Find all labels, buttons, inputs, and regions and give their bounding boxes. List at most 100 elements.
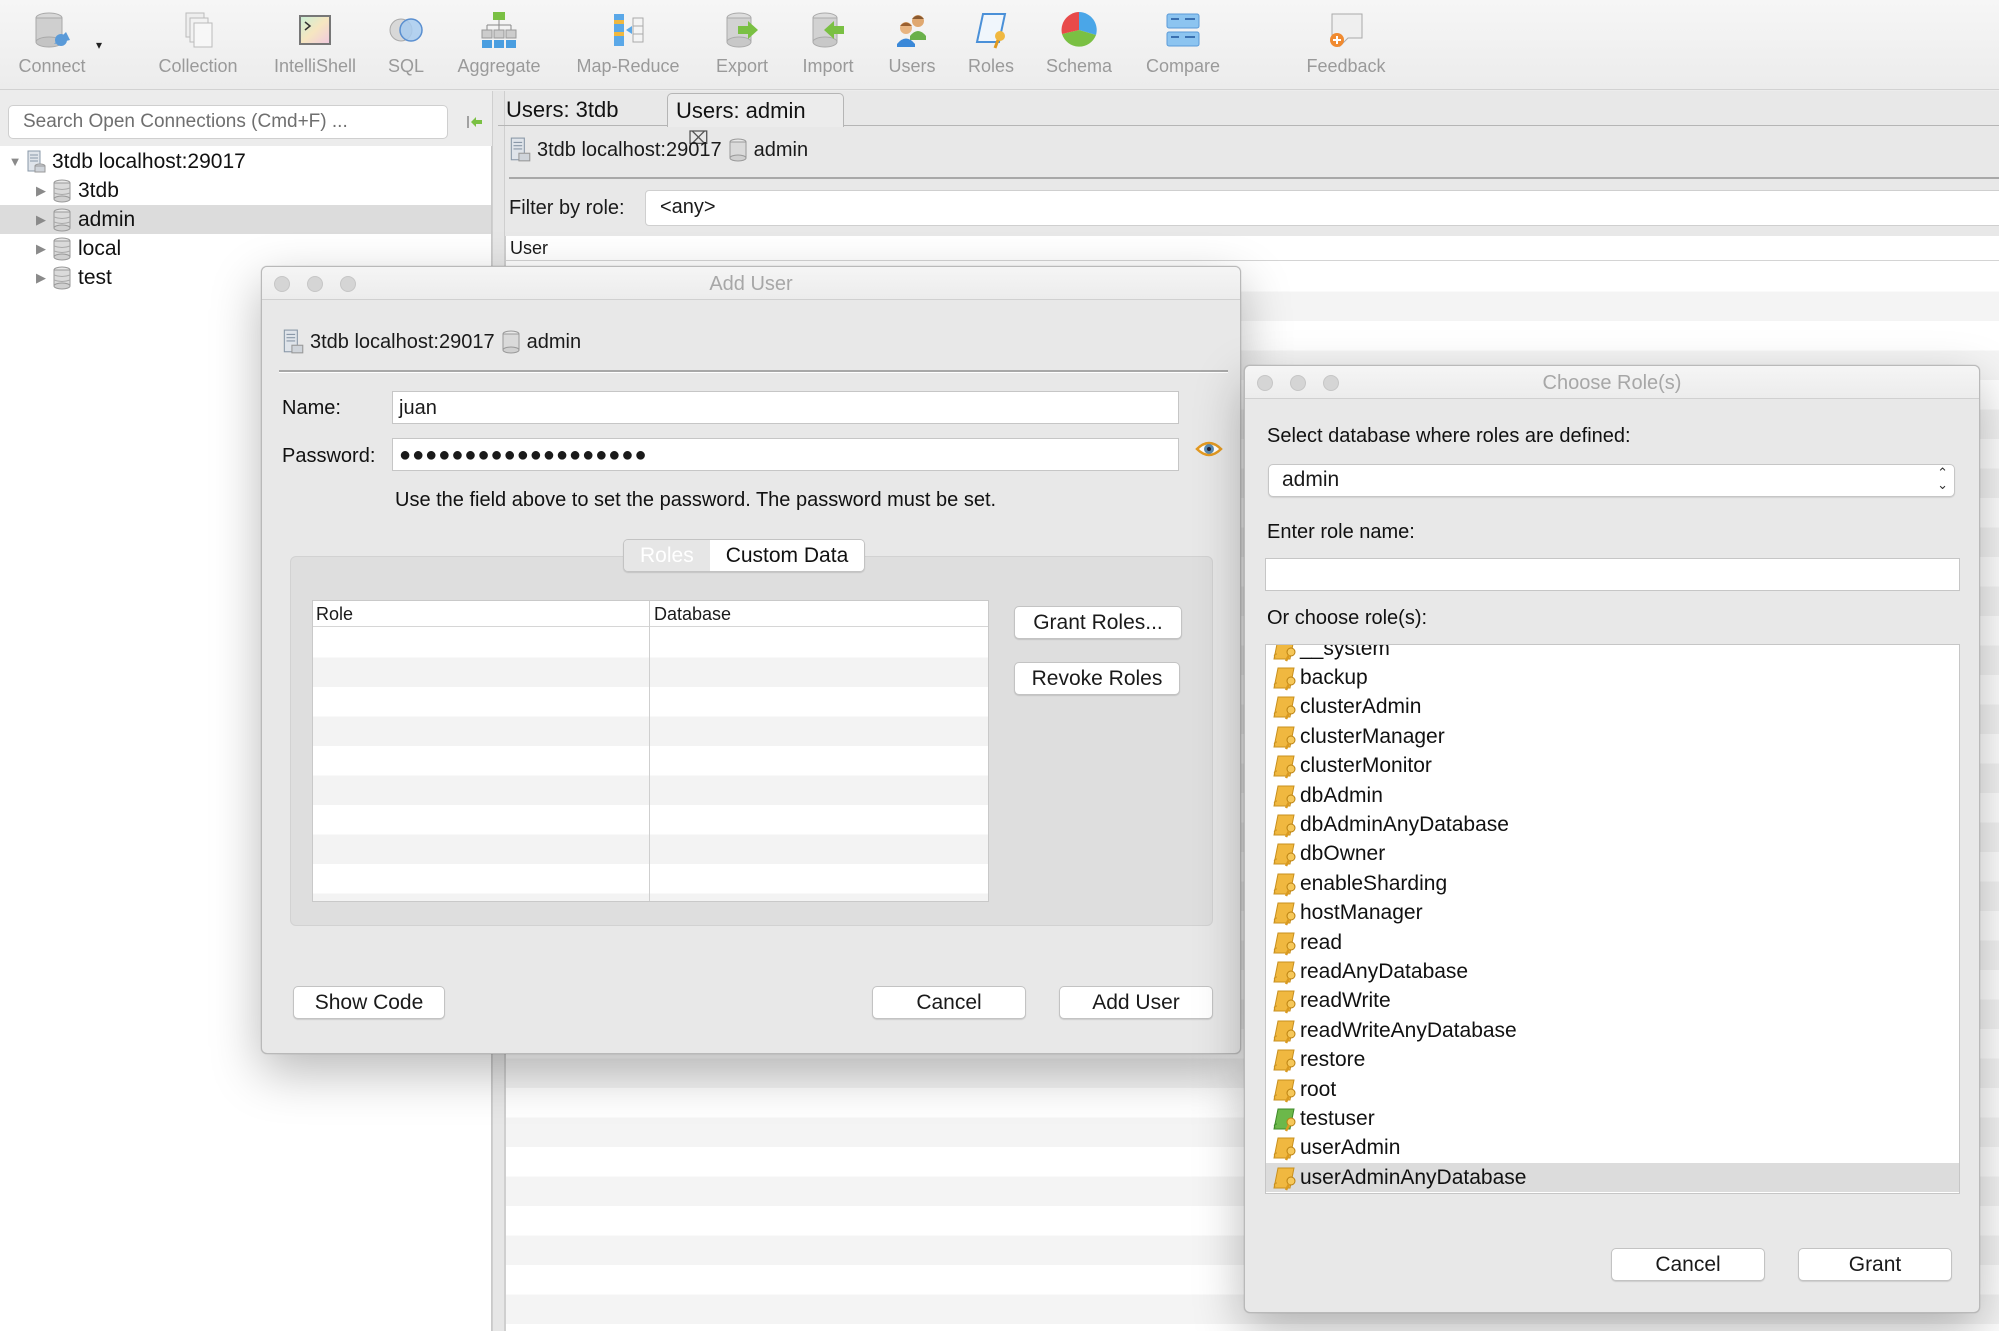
tab-users-3tdb[interactable]: Users: 3tdb bbox=[498, 93, 667, 126]
roles-table-rows bbox=[313, 628, 988, 901]
add-user-button[interactable]: Add User bbox=[1059, 986, 1213, 1019]
role-list-item[interactable]: restore bbox=[1266, 1045, 1959, 1074]
toolbar-label: Roles bbox=[967, 56, 1015, 76]
database-select[interactable]: admin ⌃ ⌄ bbox=[1268, 464, 1955, 497]
roles-icon bbox=[969, 8, 1013, 52]
toolbar-roles-button[interactable]: Roles bbox=[941, 8, 1041, 77]
toolbar-export-button[interactable]: Export bbox=[692, 8, 792, 77]
role-list-item[interactable]: dbAdminAnyDatabase bbox=[1266, 810, 1959, 839]
tree-db-3tdb[interactable]: ▶ 3tdb bbox=[0, 176, 491, 205]
toolbar-label: Compare bbox=[1145, 56, 1221, 76]
password-input[interactable]: ●●●●●●●●●●●●●●●●●●● bbox=[392, 438, 1179, 471]
export-icon bbox=[720, 8, 764, 52]
toolbar-collection-button[interactable]: Collection bbox=[148, 8, 248, 77]
add-user-dialog: Add User 3tdb localhost:29017 admin Name… bbox=[261, 266, 1241, 1054]
role-list-item[interactable]: readWrite bbox=[1266, 987, 1959, 1016]
column-header-database[interactable]: Database bbox=[654, 604, 731, 625]
role-list-item[interactable]: enableSharding bbox=[1266, 869, 1959, 898]
role-list-item[interactable]: clusterMonitor bbox=[1266, 752, 1959, 781]
breadcrumb: 3tdb localhost:29017 admin bbox=[282, 329, 581, 355]
dialog-titlebar[interactable]: Choose Role(s) bbox=[1245, 366, 1979, 399]
aggregate-icon bbox=[477, 8, 521, 52]
tree-db-local[interactable]: ▶ local bbox=[0, 234, 491, 263]
collapsed-triangle-icon[interactable]: ▶ bbox=[34, 183, 48, 199]
intellishell-icon bbox=[293, 8, 337, 52]
breadcrumb-database: admin bbox=[753, 138, 809, 161]
database-icon bbox=[53, 179, 71, 202]
role-name: dbOwner bbox=[1300, 842, 1386, 866]
role-name: readAnyDatabase bbox=[1300, 959, 1469, 983]
column-header-role[interactable]: Role bbox=[316, 604, 353, 625]
tree-connection-node[interactable]: ▼ 3tdb localhost:29017 bbox=[0, 147, 491, 176]
database-label: local bbox=[78, 236, 122, 260]
roles-list[interactable]: __system backup clusterAdmin clusterManager… bbox=[1265, 644, 1960, 1194]
server-icon bbox=[27, 150, 46, 172]
grant-roles-button[interactable]: Grant Roles... bbox=[1014, 606, 1182, 639]
role-list-item[interactable]: __system bbox=[1266, 645, 1959, 663]
password-label: Password: bbox=[282, 445, 376, 467]
toolbar-connect-button[interactable]: Connect bbox=[2, 8, 102, 77]
cancel-button[interactable]: Cancel bbox=[1611, 1248, 1765, 1281]
tab-roles[interactable]: Roles bbox=[624, 540, 710, 571]
granted-roles-table: Role Database bbox=[312, 600, 989, 902]
builtin-role-icon bbox=[1273, 726, 1296, 750]
toolbar-aggregate-button[interactable]: Aggregate bbox=[449, 8, 549, 77]
builtin-role-icon bbox=[1273, 1049, 1296, 1073]
tree-db-admin[interactable]: ▶ admin bbox=[0, 205, 491, 234]
filter-by-role-combobox[interactable]: <any> bbox=[645, 190, 1999, 226]
role-list-item[interactable]: read bbox=[1266, 928, 1959, 957]
show-code-button[interactable]: Show Code bbox=[293, 986, 445, 1019]
toolbar-label: SQL bbox=[387, 56, 425, 76]
role-list-item[interactable]: dbOwner bbox=[1266, 840, 1959, 869]
role-list-item[interactable]: backup bbox=[1266, 663, 1959, 692]
role-list-item[interactable]: readAnyDatabase bbox=[1266, 957, 1959, 986]
builtin-role-icon bbox=[1273, 696, 1296, 721]
name-input[interactable]: juan bbox=[392, 391, 1179, 424]
role-list-item[interactable]: dbAdmin bbox=[1266, 781, 1959, 810]
column-header-user[interactable]: User bbox=[506, 236, 1999, 261]
main-toolbar: Connect ▾ Collection IntelliShell SQL Ag… bbox=[0, 0, 1999, 90]
divider bbox=[509, 177, 1999, 179]
builtin-role-icon bbox=[1273, 961, 1296, 985]
database-label: 3tdb bbox=[78, 178, 119, 202]
column-divider[interactable] bbox=[649, 601, 650, 901]
search-connections-input[interactable]: Search Open Connections (Cmd+F) ... bbox=[8, 105, 448, 139]
tab-label: Users: admin bbox=[676, 98, 806, 123]
role-list-item[interactable]: clusterAdmin bbox=[1266, 693, 1959, 722]
database-icon bbox=[53, 237, 71, 260]
role-list-item[interactable]: root bbox=[1266, 1075, 1959, 1104]
toolbar-compare-button[interactable]: Compare bbox=[1133, 8, 1233, 77]
role-list-item[interactable]: userAdminAnyDatabase bbox=[1266, 1163, 1959, 1193]
role-list-item[interactable]: testuser bbox=[1266, 1104, 1959, 1133]
import-icon bbox=[806, 8, 850, 52]
collapsed-triangle-icon[interactable]: ▶ bbox=[34, 241, 48, 257]
role-list-item[interactable]: readWriteAnyDatabase bbox=[1266, 1016, 1959, 1045]
role-list-item[interactable]: clusterManager bbox=[1266, 722, 1959, 751]
dialog-titlebar[interactable]: Add User bbox=[262, 267, 1240, 300]
role-list-item[interactable]: userAdmin bbox=[1266, 1134, 1959, 1163]
role-name: userAdmin bbox=[1300, 1136, 1401, 1160]
role-name: read bbox=[1300, 930, 1343, 954]
connect-dropdown-caret-icon[interactable]: ▾ bbox=[96, 38, 102, 52]
grant-button[interactable]: Grant bbox=[1798, 1248, 1952, 1281]
toolbar-feedback-button[interactable]: Feedback bbox=[1296, 8, 1396, 77]
toolbar-intellishell-button[interactable]: IntelliShell bbox=[265, 8, 365, 77]
builtin-role-icon bbox=[1273, 755, 1296, 779]
tab-users-admin[interactable]: Users: admin ⌧ bbox=[667, 93, 844, 148]
toolbar-sql-button[interactable]: SQL bbox=[356, 8, 456, 77]
collapsed-triangle-icon[interactable]: ▶ bbox=[34, 212, 48, 228]
toolbar-schema-button[interactable]: Schema bbox=[1029, 8, 1129, 77]
tab-custom-data[interactable]: Custom Data bbox=[709, 540, 865, 571]
collapsed-triangle-icon[interactable]: ▶ bbox=[34, 270, 48, 286]
expanded-triangle-icon[interactable]: ▼ bbox=[8, 154, 22, 169]
show-password-eye-icon[interactable] bbox=[1195, 439, 1223, 459]
compare-icon bbox=[1161, 8, 1205, 52]
role-name-input[interactable] bbox=[1265, 558, 1960, 591]
cancel-button[interactable]: Cancel bbox=[872, 986, 1026, 1019]
map-reduce-icon bbox=[606, 8, 650, 52]
role-list-item[interactable]: hostManager bbox=[1266, 899, 1959, 928]
tab-label: Users: 3tdb bbox=[506, 97, 619, 122]
collapse-sidebar-icon[interactable] bbox=[466, 113, 484, 131]
revoke-roles-button[interactable]: Revoke Roles bbox=[1014, 662, 1180, 695]
toolbar-map-reduce-button[interactable]: Map-Reduce bbox=[576, 8, 680, 77]
